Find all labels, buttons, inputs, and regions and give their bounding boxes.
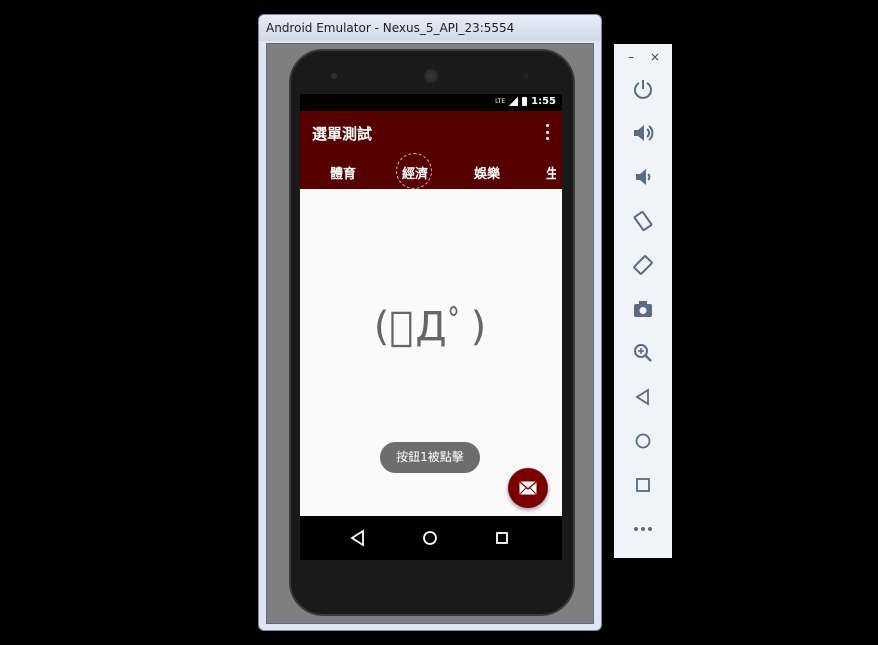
back-icon[interactable] xyxy=(630,384,656,410)
status-clock: 1:55 xyxy=(531,96,556,107)
emulator-toolbar: – × xyxy=(614,44,672,558)
mail-icon xyxy=(519,481,537,495)
volume-up-icon[interactable] xyxy=(630,120,656,146)
nav-home-icon[interactable] xyxy=(420,528,440,548)
battery-icon xyxy=(522,97,528,106)
app-bar: 選單測試 體育 經濟 娛樂 生 xyxy=(300,111,562,189)
zoom-icon[interactable] xyxy=(630,340,656,366)
status-bar: LTE 1:55 xyxy=(300,94,562,111)
home-icon[interactable] xyxy=(630,428,656,454)
toolbar-minimize-button[interactable]: – xyxy=(628,50,634,64)
front-camera xyxy=(331,73,337,79)
lte-indicator: LTE xyxy=(495,98,506,105)
rotate-right-icon[interactable] xyxy=(630,252,656,278)
overflow-menu-icon[interactable] xyxy=(544,124,550,140)
nav-recents-icon[interactable] xyxy=(492,528,512,548)
emulator-viewport: LTE 1:55 選單測試 體育 經濟 娛樂 生 xyxy=(266,43,594,624)
signal-icon xyxy=(509,97,519,106)
tab-entertainment[interactable]: 娛樂 xyxy=(474,163,500,182)
tab-bar: 體育 經濟 娛樂 生 xyxy=(300,153,562,189)
phone-screen: LTE 1:55 選單測試 體育 經濟 娛樂 生 xyxy=(300,94,562,560)
phone-device: LTE 1:55 選單測試 體育 經濟 娛樂 生 xyxy=(289,49,575,616)
more-icon[interactable] xyxy=(630,516,656,542)
power-icon[interactable] xyxy=(630,76,656,102)
toolbar-close-button[interactable]: × xyxy=(650,50,660,64)
tab-partial[interactable]: 生 xyxy=(546,163,556,182)
speaker-grill xyxy=(424,69,438,83)
emulator-titlebar[interactable]: Android Emulator - Nexus_5_API_23:5554 xyxy=(259,15,601,41)
system-nav-bar xyxy=(300,516,562,560)
camera-icon[interactable] xyxy=(630,296,656,322)
volume-down-icon[interactable] xyxy=(630,164,656,190)
overview-icon[interactable] xyxy=(630,472,656,498)
toast-message: 按鈕1被點擊 xyxy=(380,442,480,473)
proximity-sensor xyxy=(523,73,529,79)
rotate-left-icon[interactable] xyxy=(630,208,656,234)
tab-sports[interactable]: 體育 xyxy=(330,163,356,182)
kaomoji-text: (ﾟДﾟ) xyxy=(373,304,489,350)
nav-back-icon[interactable] xyxy=(348,528,368,548)
tab-content: (ﾟДﾟ) 按鈕1被點擊 xyxy=(300,189,562,516)
emulator-title: Android Emulator - Nexus_5_API_23:5554 xyxy=(266,21,515,35)
emulator-window: Android Emulator - Nexus_5_API_23:5554 L… xyxy=(258,14,602,631)
tab-economy[interactable]: 經濟 xyxy=(395,153,433,189)
app-title: 選單測試 xyxy=(312,125,373,143)
email-fab-button[interactable] xyxy=(508,468,548,508)
